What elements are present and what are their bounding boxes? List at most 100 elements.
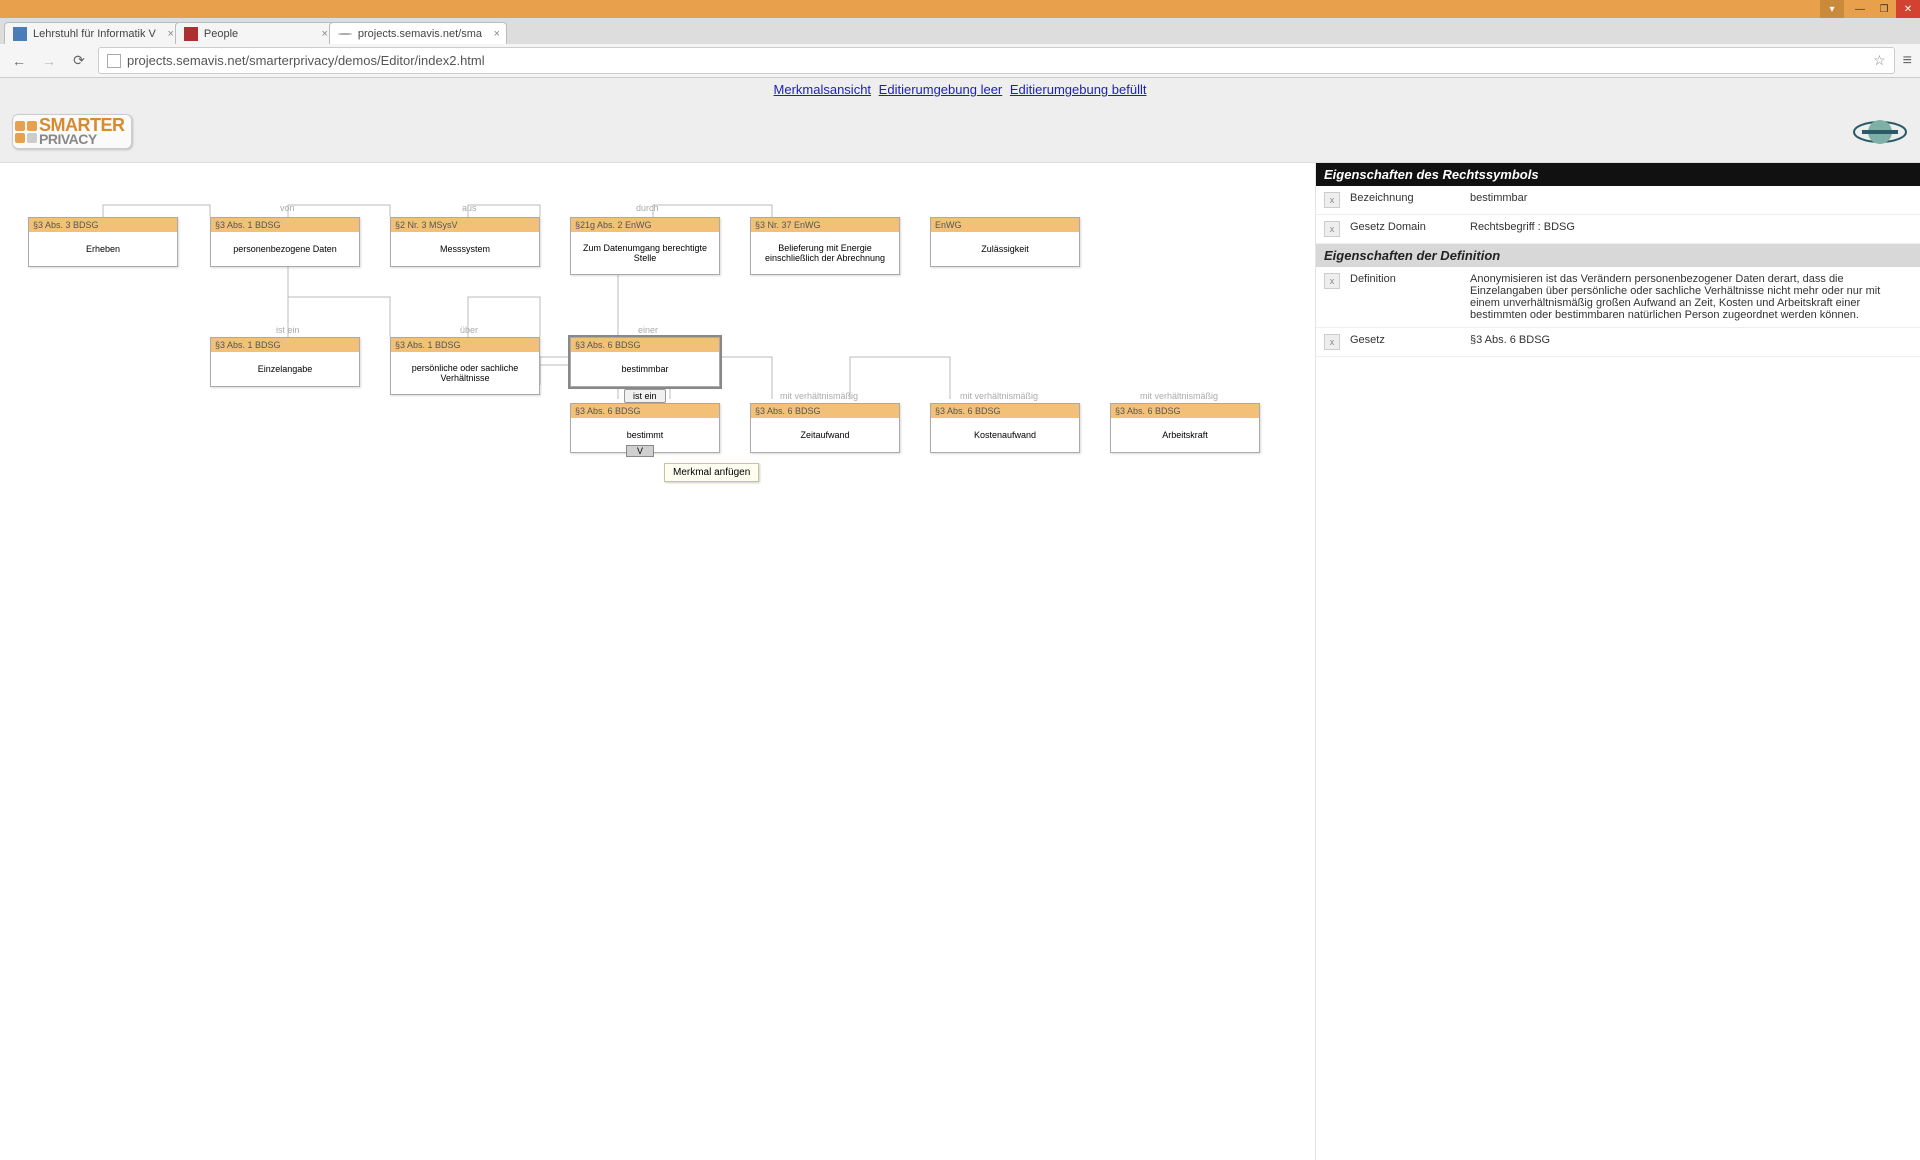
- favicon-icon: [13, 27, 27, 41]
- node-arbeitskraft[interactable]: §3 Abs. 6 BDSG Arbeitskraft: [1110, 403, 1260, 453]
- node-body: Kostenaufwand: [931, 418, 1079, 452]
- link-editierumgebung-leer[interactable]: Editierumgebung leer: [879, 82, 1003, 97]
- expand-handle[interactable]: V: [626, 445, 654, 457]
- url-text: projects.semavis.net/smarterprivacy/demo…: [127, 53, 485, 68]
- node-head: EnWG: [931, 218, 1079, 232]
- node-head: §3 Nr. 37 EnWG: [751, 218, 899, 232]
- node-belieferung[interactable]: §3 Nr. 37 EnWG Belieferung mit Energie e…: [750, 217, 900, 275]
- edge-label-ist-ein: ist ein: [276, 325, 300, 335]
- browser-tab-2[interactable]: People ×: [175, 22, 335, 44]
- delete-prop-button[interactable]: x: [1324, 192, 1340, 208]
- tab-strip: Lehrstuhl für Informatik V × People × pr…: [0, 18, 1920, 44]
- prop-row-definition: x Definition Anonymisieren ist das Verän…: [1316, 267, 1920, 328]
- view-links: Merkmalsansicht Editierumgebung leer Edi…: [0, 78, 1920, 101]
- edge-label-mit1: mit verhältnismäßig: [780, 391, 858, 401]
- node-head: §3 Abs. 1 BDSG: [211, 218, 359, 232]
- link-merkmalsansicht[interactable]: Merkmalsansicht: [774, 82, 872, 97]
- page-icon: [107, 54, 121, 68]
- prop-val[interactable]: §3 Abs. 6 BDSG: [1470, 334, 1912, 346]
- node-body: Zum Datenumgang berechtigte Stelle: [571, 232, 719, 274]
- bookmark-icon[interactable]: ☆: [1873, 52, 1886, 69]
- edge-label-aus: aus: [462, 203, 477, 213]
- node-body: persönliche oder sachliche Verhältnisse: [391, 352, 539, 394]
- node-body: Arbeitskraft: [1111, 418, 1259, 452]
- link-editierumgebung-befuellt[interactable]: Editierumgebung befüllt: [1010, 82, 1147, 97]
- node-head: §3 Abs. 6 BDSG: [571, 404, 719, 418]
- panel-header-rechtssymbol: Eigenschaften des Rechtssymbols: [1316, 163, 1920, 186]
- forward-button[interactable]: →: [38, 50, 60, 72]
- node-berechtigte-stelle[interactable]: §21g Abs. 2 EnWG Zum Datenumgang berecht…: [570, 217, 720, 275]
- properties-panel: Eigenschaften des Rechtssymbols x Bezeic…: [1315, 163, 1920, 1160]
- maximize-button[interactable]: ❐: [1872, 0, 1896, 18]
- prop-row-bezeichnung: x Bezeichnung bestimmbar: [1316, 186, 1920, 215]
- edge-label-mit2: mit verhältnismäßig: [960, 391, 1038, 401]
- node-head: §21g Abs. 2 EnWG: [571, 218, 719, 232]
- delete-prop-button[interactable]: x: [1324, 334, 1340, 350]
- close-tab-icon[interactable]: ×: [321, 28, 327, 40]
- address-bar: ← → ⟳ projects.semavis.net/smarterprivac…: [0, 44, 1920, 78]
- prop-key: Gesetz: [1350, 334, 1470, 346]
- node-zeitaufwand[interactable]: §3 Abs. 6 BDSG Zeitaufwand: [750, 403, 900, 453]
- node-head: §3 Abs. 6 BDSG: [571, 338, 719, 352]
- tab-title: projects.semavis.net/sma: [358, 28, 482, 40]
- browser-tab-1[interactable]: Lehrstuhl für Informatik V ×: [4, 22, 181, 44]
- diagram-canvas[interactable]: §3 Abs. 3 BDSG Erheben §3 Abs. 1 BDSG pe…: [0, 163, 1315, 1160]
- browser-tab-3[interactable]: projects.semavis.net/sma ×: [329, 22, 507, 44]
- close-tab-icon[interactable]: ×: [167, 28, 173, 40]
- edge-label-ueber: über: [460, 325, 478, 335]
- prop-key: Bezeichnung: [1350, 192, 1470, 204]
- prop-key: Definition: [1350, 273, 1470, 285]
- prop-val[interactable]: bestimmbar: [1470, 192, 1912, 204]
- node-verhaeltnisse[interactable]: §3 Abs. 1 BDSG persönliche oder sachlich…: [390, 337, 540, 395]
- node-einzelangabe[interactable]: §3 Abs. 1 BDSG Einzelangabe: [210, 337, 360, 387]
- edge-label-mit3: mit verhältnismäßig: [1140, 391, 1218, 401]
- reload-button[interactable]: ⟳: [68, 50, 90, 72]
- smarter-privacy-logo: SMARTER PRIVACY: [12, 114, 132, 149]
- node-body: Zeitaufwand: [751, 418, 899, 452]
- node-kostenaufwand[interactable]: §3 Abs. 6 BDSG Kostenaufwand: [930, 403, 1080, 453]
- semavis-logo: [1852, 112, 1908, 152]
- node-messsystem[interactable]: §2 Nr. 3 MSysV Messsystem: [390, 217, 540, 267]
- tab-title: People: [204, 28, 238, 40]
- edge-label-durch: durch: [636, 203, 659, 213]
- menu-icon[interactable]: ≡: [1903, 52, 1912, 70]
- tooltip-merkmal-anfuegen: Merkmal anfügen: [664, 463, 759, 482]
- node-zulaessigkeit[interactable]: EnWG Zulässigkeit: [930, 217, 1080, 267]
- relation-pill-ist-ein[interactable]: ist ein: [624, 389, 666, 403]
- node-head: §3 Abs. 1 BDSG: [211, 338, 359, 352]
- node-head: §2 Nr. 3 MSysV: [391, 218, 539, 232]
- minimize-button[interactable]: —: [1848, 0, 1872, 18]
- node-body: Belieferung mit Energie einschließlich d…: [751, 232, 899, 274]
- header: SMARTER PRIVACY: [0, 101, 1920, 163]
- tab-title: Lehrstuhl für Informatik V: [33, 28, 156, 40]
- prop-val[interactable]: Rechtsbegriff : BDSG: [1470, 221, 1912, 233]
- favicon-icon: [184, 27, 198, 41]
- panel-header-definition: Eigenschaften der Definition: [1316, 244, 1920, 267]
- node-bestimmbar[interactable]: §3 Abs. 6 BDSG bestimmbar: [570, 337, 720, 387]
- node-body: Einzelangabe: [211, 352, 359, 386]
- node-head: §3 Abs. 1 BDSG: [391, 338, 539, 352]
- logo-line2: PRIVACY: [39, 133, 125, 146]
- node-body: Messsystem: [391, 232, 539, 266]
- back-button[interactable]: ←: [8, 50, 30, 72]
- node-head: §3 Abs. 6 BDSG: [931, 404, 1079, 418]
- node-body: personenbezogene Daten: [211, 232, 359, 266]
- prop-val[interactable]: Anonymisieren ist das Verändern personen…: [1470, 273, 1912, 321]
- user-icon[interactable]: ▾: [1820, 0, 1844, 18]
- delete-prop-button[interactable]: x: [1324, 273, 1340, 289]
- edge-label-von: von: [280, 203, 295, 213]
- url-input[interactable]: projects.semavis.net/smarterprivacy/demo…: [98, 47, 1895, 74]
- node-head: §3 Abs. 6 BDSG: [751, 404, 899, 418]
- prop-row-gesetz: x Gesetz §3 Abs. 6 BDSG: [1316, 328, 1920, 357]
- node-head: §3 Abs. 6 BDSG: [1111, 404, 1259, 418]
- node-personenbezogene-daten[interactable]: §3 Abs. 1 BDSG personenbezogene Daten: [210, 217, 360, 267]
- close-tab-icon[interactable]: ×: [494, 28, 500, 40]
- delete-prop-button[interactable]: x: [1324, 221, 1340, 237]
- node-body: bestimmbar: [571, 352, 719, 386]
- node-erheben[interactable]: §3 Abs. 3 BDSG Erheben: [28, 217, 178, 267]
- node-body: Zulässigkeit: [931, 232, 1079, 266]
- favicon-icon: [338, 33, 352, 35]
- close-window-button[interactable]: ✕: [1896, 0, 1920, 18]
- window-chrome-top: ▾ — ❐ ✕: [0, 0, 1920, 18]
- node-body: Erheben: [29, 232, 177, 266]
